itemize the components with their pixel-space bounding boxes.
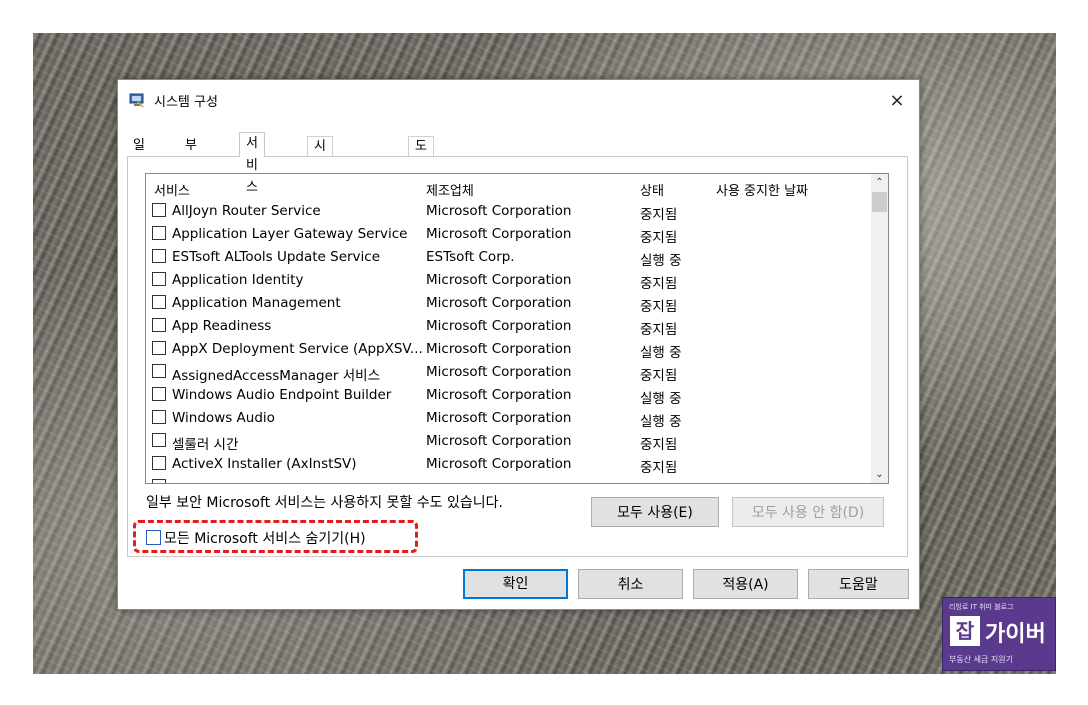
service-checkbox[interactable] <box>152 387 166 401</box>
service-checkbox[interactable] <box>152 272 166 286</box>
service-status: 중지됨 <box>640 437 678 453</box>
service-checkbox[interactable] <box>152 249 166 263</box>
service-manufacturer: Microsoft Corporation <box>426 410 572 426</box>
close-button[interactable]: × <box>875 80 919 122</box>
services-list[interactable]: 서비스 제조업체 상태 사용 중지한 날짜 AllJoyn Router Ser… <box>145 173 889 484</box>
service-manufacturer: Microsoft Corporation <box>426 272 572 288</box>
system-configuration-icon <box>129 93 144 107</box>
service-checkbox[interactable] <box>152 410 166 424</box>
service-manufacturer: Microsoft Corporation <box>426 456 572 472</box>
service-checkbox[interactable] <box>152 479 166 483</box>
service-checkbox[interactable] <box>152 318 166 332</box>
window-title: 시스템 구성 <box>154 95 218 110</box>
service-status: 중지됨 <box>640 299 678 315</box>
tab-boot[interactable]: 부팅 <box>179 136 203 173</box>
service-status: 중지됨 <box>640 276 678 292</box>
column-header-status[interactable]: 상태 <box>640 180 664 199</box>
service-checkbox[interactable] <box>152 364 166 378</box>
service-name: 셀룰러 시간 <box>172 437 239 453</box>
service-manufacturer: ESTsoft Corp. <box>426 249 515 265</box>
service-name: AssignedAccessManager 서비스 <box>172 368 380 384</box>
watermark-subtitle: 부동산 세금 지원기 <box>949 655 1013 664</box>
close-icon: × <box>889 90 905 111</box>
service-checkbox[interactable] <box>152 341 166 355</box>
hide-microsoft-services-label[interactable]: 모든 Microsoft 서비스 숨기기(H) <box>164 528 366 548</box>
column-header-date-disabled[interactable]: 사용 중지한 날짜 <box>716 180 808 199</box>
service-name: Windows Audio <box>172 410 275 426</box>
service-name: AppX Deployment Service (AppXSV... <box>172 341 423 357</box>
service-checkbox[interactable] <box>152 203 166 217</box>
title-bar: 시스템 구성 × <box>118 80 919 122</box>
service-manufacturer: Microsoft Corporation <box>426 295 572 311</box>
service-row[interactable]: AllJoyn Router Service Microsoft Corpora… <box>146 200 871 223</box>
scroll-thumb[interactable] <box>872 192 887 212</box>
service-row[interactable]: Application Management Microsoft Corpora… <box>146 292 871 315</box>
help-button[interactable]: 도움말 <box>808 569 909 599</box>
service-checkbox[interactable] <box>152 433 166 447</box>
apply-button[interactable]: 적용(A) <box>693 569 798 599</box>
service-name: Application Layer Gateway Service <box>172 226 408 242</box>
service-row[interactable]: 셀룰러 시간 Microsoft Corporation 중지됨 <box>146 430 871 453</box>
service-row[interactable]: ESTsoft ALTools Update Service ESTsoft C… <box>146 246 871 269</box>
service-checkbox[interactable] <box>152 456 166 470</box>
tab-services[interactable]: 서비스 <box>239 132 265 195</box>
service-status: 중지됨 <box>640 207 678 223</box>
tab-startup[interactable]: 시작프로그램 <box>307 136 333 254</box>
security-services-note: 일부 보안 Microsoft 서비스는 사용하지 못할 수도 있습니다. <box>146 495 503 511</box>
system-configuration-window: 시스템 구성 × 일반 부팅 서비스 시작프로그램 도구 서비스 제조업체 상태… <box>117 79 920 610</box>
service-status: 중지됨 <box>640 368 678 384</box>
hide-microsoft-services-highlight: 모든 Microsoft 서비스 숨기기(H) <box>133 520 418 553</box>
ok-button[interactable]: 확인 <box>463 569 568 599</box>
service-manufacturer: Microsoft Corporation <box>426 203 572 219</box>
vertical-scrollbar[interactable]: ⌃ ⌄ <box>871 174 888 483</box>
service-name: Application Identity <box>172 272 304 288</box>
service-status: 실행 중 <box>640 414 682 430</box>
service-manufacturer: Microsoft Corporation <box>426 341 572 357</box>
scroll-up-arrow-icon[interactable]: ⌃ <box>871 174 888 191</box>
service-status: 중지됨 <box>640 322 678 338</box>
column-header-manufacturer[interactable]: 제조업체 <box>426 180 474 199</box>
service-row-partial[interactable] <box>146 476 871 483</box>
enable-all-button[interactable]: 모두 사용(E) <box>591 497 719 527</box>
watermark-box: 잡 <box>950 616 980 646</box>
service-row[interactable]: Windows Audio Microsoft Corporation 실행 중 <box>146 407 871 430</box>
service-manufacturer: Microsoft Corporation <box>426 226 572 242</box>
service-name: ActiveX Installer (AxInstSV) <box>172 456 357 472</box>
service-name: Windows Audio Endpoint Builder <box>172 387 392 403</box>
service-status: 실행 중 <box>640 345 682 361</box>
service-checkbox[interactable] <box>152 295 166 309</box>
hide-microsoft-services-checkbox[interactable] <box>146 530 161 545</box>
service-status: 중지됨 <box>640 230 678 246</box>
service-manufacturer: Microsoft Corporation <box>426 318 572 334</box>
service-status: 실행 중 <box>640 391 682 407</box>
service-manufacturer: Microsoft Corporation <box>426 387 572 403</box>
service-row[interactable]: ActiveX Installer (AxInstSV) Microsoft C… <box>146 453 871 476</box>
scroll-down-arrow-icon[interactable]: ⌄ <box>871 466 888 483</box>
services-panel: 서비스 제조업체 상태 사용 중지한 날짜 AllJoyn Router Ser… <box>127 156 908 557</box>
tab-tools[interactable]: 도구 <box>408 136 434 174</box>
tab-general[interactable]: 일반 <box>127 136 151 173</box>
service-name: Application Management <box>172 295 341 311</box>
service-manufacturer: Microsoft Corporation <box>426 364 572 380</box>
watermark-name: 가이버 <box>985 622 1046 647</box>
service-name: AllJoyn Router Service <box>172 203 321 219</box>
service-row[interactable]: Application Layer Gateway Service Micros… <box>146 223 871 246</box>
service-status: 중지됨 <box>640 460 678 476</box>
service-row[interactable]: AssignedAccessManager 서비스 Microsoft Corp… <box>146 361 871 384</box>
service-manufacturer: Microsoft Corporation <box>426 433 572 449</box>
service-row[interactable]: App Readiness Microsoft Corporation 중지됨 <box>146 315 871 338</box>
watermark-logo: 리빙로 IT 취미 블로그 잡 가이버 부동산 세금 지원기 <box>942 597 1056 671</box>
column-header-service[interactable]: 서비스 <box>154 180 190 199</box>
service-name: App Readiness <box>172 318 272 334</box>
service-row[interactable]: Windows Audio Endpoint Builder Microsoft… <box>146 384 871 407</box>
service-name: ESTsoft ALTools Update Service <box>172 249 381 265</box>
disable-all-button[interactable]: 모두 사용 안 함(D) <box>732 497 884 527</box>
service-checkbox[interactable] <box>152 226 166 240</box>
service-row[interactable]: Application Identity Microsoft Corporati… <box>146 269 871 292</box>
service-row[interactable]: AppX Deployment Service (AppXSV... Micro… <box>146 338 871 361</box>
cancel-button[interactable]: 취소 <box>578 569 683 599</box>
watermark-tagline: 리빙로 IT 취미 블로그 <box>949 603 1014 611</box>
service-status: 실행 중 <box>640 253 682 269</box>
